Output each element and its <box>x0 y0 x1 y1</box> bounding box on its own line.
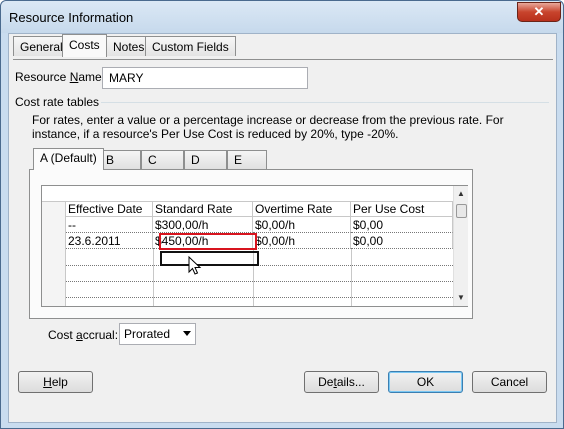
rate-tab-d[interactable]: D <box>184 150 227 169</box>
instructions-line-2: instance, if a resource's Per Use Cost i… <box>32 127 399 141</box>
grid-cell-per-use-cost[interactable]: $0,00 <box>351 233 453 249</box>
cost-rate-tables-label: Cost rate tables <box>15 95 100 109</box>
scroll-down-icon[interactable]: ▼ <box>457 293 465 302</box>
selected-cell[interactable] <box>160 251 259 266</box>
rate-tab-b-label: B <box>106 153 115 167</box>
grid-row-line <box>66 297 453 298</box>
mouse-cursor-icon <box>188 256 202 275</box>
tab-custom-fields-label: Custom Fields <box>152 40 229 54</box>
chevron-down-icon <box>183 331 191 336</box>
row-header-column <box>42 202 66 306</box>
tab-costs[interactable]: Costs <box>62 34 107 57</box>
tab-costs-label: Costs <box>69 38 100 52</box>
resource-name-value: MARY <box>109 71 144 85</box>
rate-tab-a[interactable]: A (Default) <box>33 148 104 170</box>
rate-tab-d-label: D <box>191 153 200 167</box>
tab-general-label: General <box>20 40 63 54</box>
title-bar[interactable]: Resource Information ✕ <box>1 1 563 33</box>
column-header-overtime-rate[interactable]: Overtime Rate <box>253 202 351 217</box>
cost-accrual-dropdown[interactable]: Prorated <box>119 323 196 345</box>
dialog-title: Resource Information <box>9 10 134 25</box>
tab-strip-border <box>13 59 553 60</box>
grid-col-line <box>351 249 352 306</box>
help-button[interactable]: Help <box>18 371 93 393</box>
close-icon: ✕ <box>533 4 545 19</box>
grid-cell-effective-date[interactable]: 23.6.2011 <box>66 233 153 249</box>
resource-name-input[interactable]: MARY <box>102 67 308 89</box>
resource-information-dialog: Resource Information ✕ General Costs Not… <box>0 0 564 429</box>
grid-cell-overtime-rate[interactable]: $0,00/h <box>253 233 351 249</box>
details-button[interactable]: Details... <box>304 371 379 393</box>
instructions-line-1: For rates, enter a value or a percentage… <box>32 113 504 127</box>
cost-accrual-value: Prorated <box>124 327 171 341</box>
rate-tab-e[interactable]: E <box>227 150 267 169</box>
cancel-button[interactable]: Cancel <box>472 371 547 393</box>
grid-cell-effective-date[interactable]: -- <box>66 217 153 233</box>
cost-accrual-label: Cost accrual: <box>48 328 119 342</box>
scroll-thumb[interactable] <box>456 204 467 218</box>
rate-tab-c-label: C <box>148 153 157 167</box>
dialog-body: General Costs Notes Custom Fields Resour… <box>8 33 557 423</box>
section-separator <box>101 102 549 103</box>
grid-cell-standard-rate[interactable]: $300,00/h <box>153 217 253 233</box>
grid-row-line <box>66 281 453 282</box>
tab-custom-fields[interactable]: Custom Fields <box>145 36 236 56</box>
grid-vertical-scrollbar[interactable]: ▲ ▼ <box>453 186 468 306</box>
resource-name-label: Resource Name: <box>15 70 106 84</box>
grid-entry-bar[interactable] <box>42 186 453 202</box>
grid-cell-overtime-rate[interactable]: $0,00/h <box>253 217 351 233</box>
scroll-up-icon[interactable]: ▲ <box>457 189 465 198</box>
close-button[interactable]: ✕ <box>517 2 561 22</box>
rate-tab-c[interactable]: C <box>141 150 184 169</box>
column-header-per-use-cost[interactable]: Per Use Cost <box>351 202 453 217</box>
grid-cell-per-use-cost[interactable]: $0,00 <box>351 217 453 233</box>
grid-row-line <box>66 265 453 266</box>
highlight-box <box>159 233 257 250</box>
rate-tab-e-label: E <box>234 153 243 167</box>
ok-button[interactable]: OK <box>388 371 463 393</box>
column-header-effective-date[interactable]: Effective Date <box>66 202 153 217</box>
tab-notes-label: Notes <box>113 40 145 54</box>
rate-tab-b[interactable]: B <box>99 150 141 169</box>
grid-col-line <box>153 249 154 306</box>
column-header-standard-rate[interactable]: Standard Rate <box>153 202 253 217</box>
cost-rate-grid[interactable]: Effective Date Standard Rate Overtime Ra… <box>41 185 468 307</box>
rate-tab-a-label: A (Default) <box>40 151 97 165</box>
